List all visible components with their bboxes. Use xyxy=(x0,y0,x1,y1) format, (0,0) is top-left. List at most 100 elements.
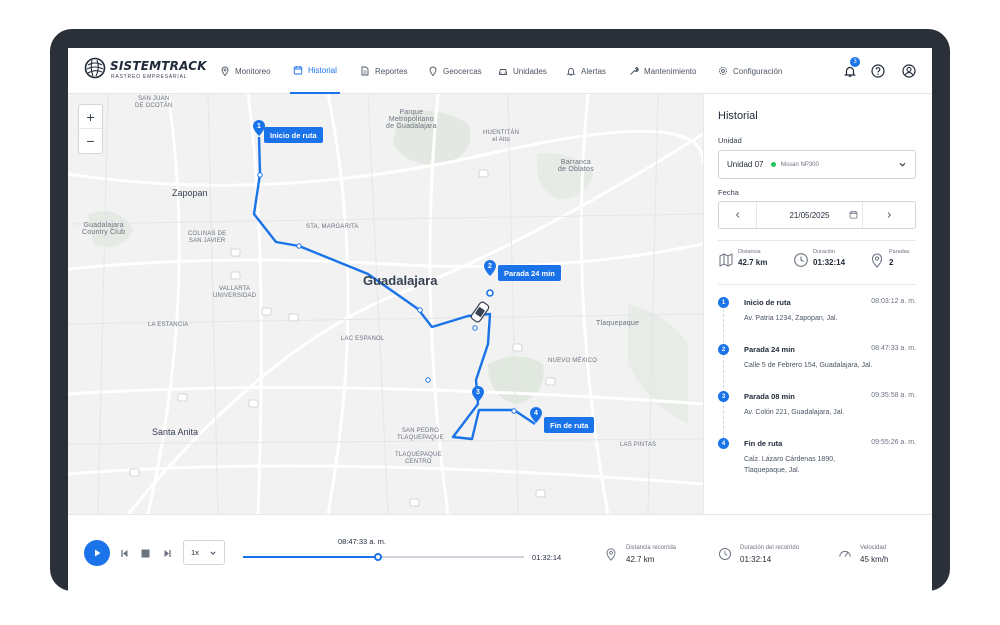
pin-number-4: 4 xyxy=(534,410,538,417)
map-label: LAC ESPANOL xyxy=(341,336,385,342)
divider xyxy=(718,284,916,285)
stop-icon xyxy=(141,549,149,557)
timeline-marker-3: 3 xyxy=(718,391,729,402)
geofence-pin-icon xyxy=(429,66,437,76)
map-distance-icon xyxy=(719,253,733,267)
nav-geocercas[interactable]: Geocercas xyxy=(428,48,482,94)
tablet-frame: SISTEMTRACK RASTREO EMPRESARIAL Monitore… xyxy=(50,29,950,596)
map-label: TLAQUEPAQUE CENTRO xyxy=(395,452,442,465)
calendar-icon xyxy=(293,66,303,75)
brand-logo[interactable]: SISTEMTRACK RASTREO EMPRESARIAL xyxy=(84,55,207,87)
help-button[interactable] xyxy=(868,61,888,81)
nav-monitoreo[interactable]: Monitoreo xyxy=(220,48,271,94)
calendar-icon xyxy=(849,210,858,219)
map-label: Guadalajara Country Club xyxy=(82,222,126,236)
user-avatar-icon xyxy=(902,64,916,78)
sidebar-title: Historial xyxy=(718,110,758,122)
nav-alertas[interactable]: Alertas xyxy=(566,48,606,94)
route-map[interactable]: SAN JUAN DE OCOTÁN Parque Metropolitano de … xyxy=(68,94,703,514)
map-label: Santa Anita xyxy=(152,427,199,437)
nav-historial[interactable]: Historial xyxy=(290,48,340,94)
speedometer-icon xyxy=(839,550,851,557)
chevron-left-icon xyxy=(735,212,739,218)
date-value: 21/05/2025 xyxy=(789,210,830,220)
divider xyxy=(718,240,916,241)
unit-select[interactable]: Unidad 07 Nissan NP300 xyxy=(718,150,916,179)
next-day-button[interactable] xyxy=(862,202,915,228)
map-canvas xyxy=(68,94,703,514)
timeline-address: Calle 5 de Febrero 154, Guadalajara, Jal… xyxy=(744,362,873,369)
map-label: VALLARTA UNIVERSIDAD xyxy=(213,286,257,299)
map-label: COLINAS DE SAN JAVIER xyxy=(188,231,227,244)
nav-unidades[interactable]: Unidades xyxy=(498,48,547,94)
timeline-thumb[interactable] xyxy=(373,553,382,561)
pin-label-2[interactable]: Parada 24 min xyxy=(498,265,561,281)
online-status-dot xyxy=(771,162,777,167)
timeline-connector xyxy=(723,304,724,444)
date-label: Fecha xyxy=(718,188,739,197)
speed-value: 1x xyxy=(191,548,199,557)
play-icon xyxy=(95,549,101,557)
timeline-title[interactable]: Inicio de ruta xyxy=(744,298,791,307)
chevron-right-icon xyxy=(887,212,892,218)
map-label: NUEVO MÉXICO xyxy=(548,358,598,364)
timeline-title[interactable]: Parada 24 min xyxy=(744,345,795,354)
map-label: Parque Metropolitano de Guadalajara xyxy=(386,109,437,130)
pin-label-1[interactable]: Inicio de ruta xyxy=(264,127,323,143)
map-label: SAN JUAN DE OCOTÁN xyxy=(135,96,173,109)
brand-name: SISTEMTRACK xyxy=(110,59,207,73)
skip-back-icon xyxy=(120,549,127,557)
play-button[interactable] xyxy=(84,540,110,566)
total-time: 01:32:14 xyxy=(532,553,562,562)
timeline-title[interactable]: Parada 08 min xyxy=(744,392,795,401)
chevron-down-icon xyxy=(210,551,216,555)
map-label: SAN PEDRO TLAQUEPAQUE xyxy=(397,428,444,441)
gear-icon xyxy=(719,67,727,75)
zoom-out-button[interactable]: − xyxy=(79,129,102,153)
help-circle-icon xyxy=(871,64,885,78)
current-time: 08:47:33 a. m. xyxy=(338,537,386,546)
map-label: Barranca de Oblatos xyxy=(558,159,594,173)
notifications-button[interactable]: 3 xyxy=(840,57,860,81)
skip-back-button[interactable] xyxy=(118,547,130,559)
timeline-time: 09:55:26 a. m. xyxy=(871,439,916,446)
map-label: LAS PINTAS xyxy=(620,442,657,448)
zoom-in-button[interactable]: + xyxy=(79,105,102,129)
prev-day-button[interactable] xyxy=(719,202,757,228)
speed-select[interactable]: 1x xyxy=(183,540,225,565)
map-label: Zapopan xyxy=(172,188,208,198)
nav-configuracion[interactable]: Configuración xyxy=(718,48,782,94)
unit-value: Unidad 07 xyxy=(727,160,764,169)
document-icon xyxy=(361,66,369,76)
nav-reportes[interactable]: Reportes xyxy=(360,48,407,94)
user-profile-button[interactable] xyxy=(899,61,919,81)
date-input[interactable]: 21/05/2025 xyxy=(757,202,862,228)
wrench-icon xyxy=(630,67,639,75)
timeline-marker-1: 1 xyxy=(718,297,729,308)
vehicle-marker[interactable] xyxy=(470,301,490,323)
timeline-address: Av. Patria 1234, Zapopan, Jal. xyxy=(744,315,838,322)
location-pin-icon xyxy=(221,66,229,76)
app-screen: SISTEMTRACK RASTREO EMPRESARIAL Monitore… xyxy=(68,48,932,596)
nav-mantenimiento[interactable]: Mantenimiento xyxy=(629,48,696,94)
clock-icon xyxy=(719,548,731,560)
notification-badge: 3 xyxy=(850,57,860,67)
pin-label-4[interactable]: Fin de ruta xyxy=(544,417,595,433)
globe-logo-icon xyxy=(84,57,106,79)
clock-icon xyxy=(794,253,808,267)
skip-forward-button[interactable] xyxy=(161,547,173,559)
map-label: STA. MARGARITA xyxy=(306,224,359,230)
playback-bar: 1x 08:47:33 a. m. 01:32:14 Distancia rec… xyxy=(68,514,932,596)
unit-label: Unidad xyxy=(718,136,742,145)
timeline-title[interactable]: Fin de ruta xyxy=(744,439,782,448)
timeline-slider[interactable] xyxy=(243,553,524,561)
timeline-marker-2: 2 xyxy=(718,344,729,355)
stop-button[interactable] xyxy=(139,547,151,559)
bell-icon xyxy=(566,68,576,76)
timeline-time: 08:03:12 a. m. xyxy=(871,298,916,305)
current-position-dot xyxy=(486,289,494,297)
timeline-address: Av. Colón 221, Guadalajara, Jal. xyxy=(744,409,845,416)
map-label: Tlaquepaque xyxy=(596,320,640,327)
brand-tagline: RASTREO EMPRESARIAL xyxy=(111,74,188,80)
timeline-address: Calz. Lázaro Cárdenas 1890, Tlaquepaque,… xyxy=(744,456,836,474)
